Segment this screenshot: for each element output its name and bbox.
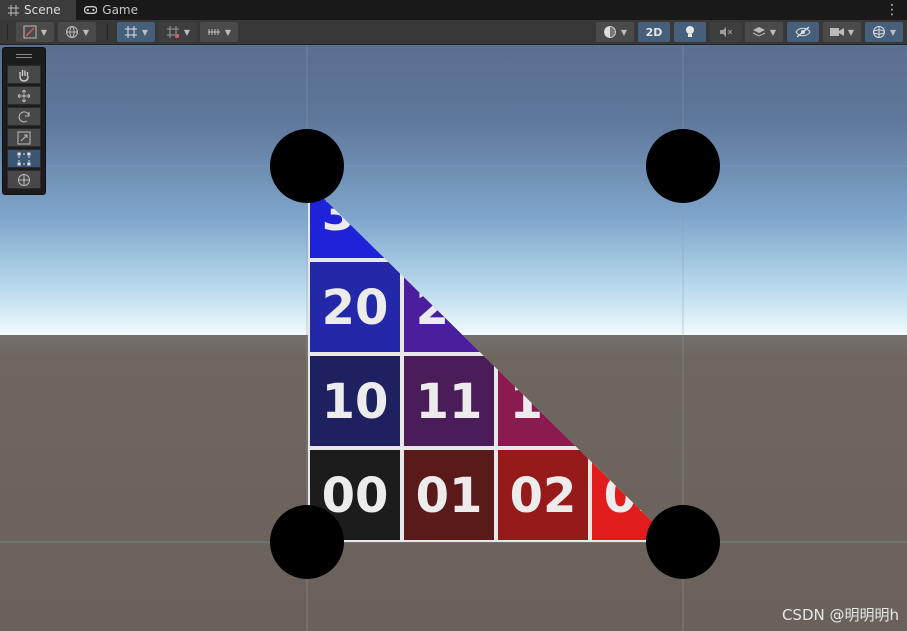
rect-handle-bottom-left[interactable]: [270, 505, 344, 579]
global-local-dropdown[interactable]: ▼: [58, 22, 96, 42]
sky: [0, 45, 907, 335]
sprite-tile-label: 20: [322, 280, 389, 336]
sprite-tile-label: 02: [510, 468, 577, 524]
hand-tool-button[interactable]: [7, 65, 41, 84]
sprite-tile-label: 01: [416, 468, 483, 524]
rect-transform-icon: [17, 152, 31, 165]
tool-palette: [2, 47, 46, 195]
speaker-muted-icon: [720, 27, 733, 37]
camera-dropdown[interactable]: ▼: [823, 22, 861, 42]
gamepad-icon: [84, 6, 98, 14]
tab-label: Game: [102, 3, 138, 17]
hand-icon: [19, 69, 29, 82]
toolbar-separator: [7, 24, 8, 40]
camera-icon: [829, 28, 844, 36]
grid-icon: [8, 4, 19, 16]
scene-viewport[interactable]: 30202110111200010203: [0, 45, 907, 631]
tab-label: Scene: [24, 3, 61, 17]
rect-tool-button[interactable]: [7, 149, 41, 168]
rect-handle-top-right[interactable]: [646, 129, 720, 203]
toolbar-separator: [107, 24, 108, 40]
more-options-icon[interactable]: ⋮: [885, 2, 899, 18]
draw-mode-dropdown[interactable]: ▼: [16, 22, 54, 42]
scene-toolbar: ▼ ▼ ▼ ▼ ▼ ▼ 2D ▼ ▼ ▼: [0, 20, 907, 45]
palette-grip[interactable]: [16, 54, 32, 55]
sprite-tile-label: 10: [322, 374, 389, 430]
move-tool-button[interactable]: [7, 86, 41, 105]
layers-icon: [752, 27, 766, 37]
tab-bar: Scene Game ⋮: [0, 0, 907, 20]
effects-dropdown[interactable]: ▼: [745, 22, 783, 42]
eye-slash-icon: [795, 26, 811, 38]
increment-snap-dropdown[interactable]: ▼: [200, 22, 238, 42]
grid-snap-icon: [124, 26, 137, 38]
scale-icon: [17, 131, 31, 144]
scale-tool-button[interactable]: [7, 128, 41, 147]
shading-mode-dropdown[interactable]: ▼: [596, 22, 634, 42]
grid-visibility-dropdown[interactable]: ▼: [159, 22, 197, 42]
grid-snapping-toggle[interactable]: ▼: [117, 22, 155, 42]
grid-visibility-icon: [166, 26, 179, 38]
hidden-objects-toggle[interactable]: [787, 22, 819, 42]
gizmos-dropdown[interactable]: ▼: [865, 22, 903, 42]
sprite-tile-label: 11: [416, 374, 483, 430]
transform-icon: [18, 173, 30, 186]
mode-2d-toggle[interactable]: 2D: [638, 22, 670, 42]
rotate-icon: [18, 110, 30, 122]
ruler-icon: [207, 29, 220, 35]
rect-handle-top-left[interactable]: [270, 129, 344, 203]
audio-toggle[interactable]: [710, 22, 742, 42]
shading-sphere-icon: [603, 26, 616, 38]
tab-game[interactable]: Game: [76, 0, 146, 20]
gizmo-sphere-icon: [872, 26, 885, 38]
rotate-tool-button[interactable]: [7, 107, 41, 126]
transform-tool-button[interactable]: [7, 170, 41, 189]
lighting-toggle[interactable]: [674, 22, 706, 42]
lightbulb-icon: [686, 26, 694, 37]
tab-scene[interactable]: Scene: [0, 0, 76, 20]
move-arrows-icon: [17, 89, 31, 102]
draw-mode-icon: [23, 25, 37, 39]
watermark: CSDN @明明明h: [781, 606, 899, 624]
scene-canvas: 30202110111200010203: [0, 45, 907, 631]
globe-icon: [65, 26, 78, 38]
rect-handle-bottom-right[interactable]: [646, 505, 720, 579]
